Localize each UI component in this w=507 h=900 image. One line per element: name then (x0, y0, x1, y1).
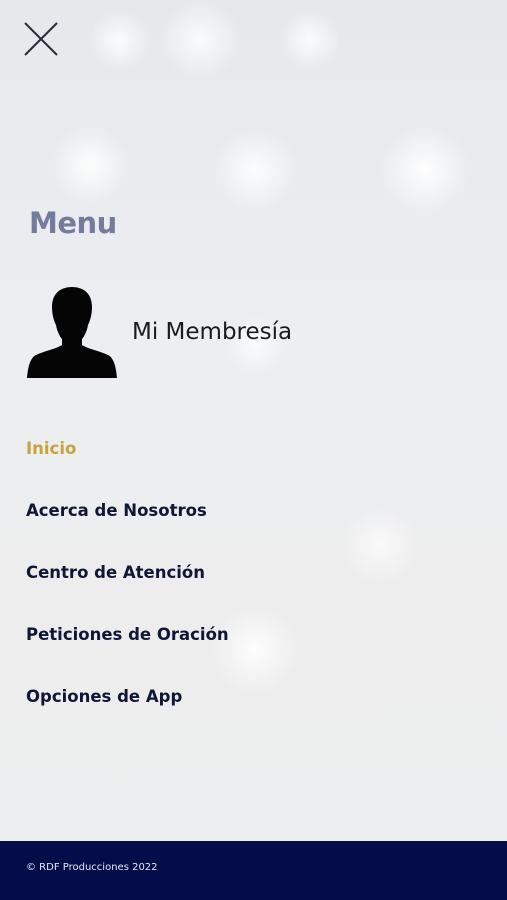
nav-item-acerca-de-nosotros[interactable]: Acerca de Nosotros (26, 492, 229, 554)
menu-title: Menu (29, 206, 117, 240)
nav-item-peticiones-de-oracion[interactable]: Peticiones de Oración (26, 616, 229, 678)
footer: © RDF Producciones 2022 (0, 841, 507, 900)
nav-item-inicio[interactable]: Inicio (26, 430, 229, 492)
membership-link[interactable]: Mi Membresía (26, 284, 326, 380)
footer-copyright: © RDF Producciones 2022 (26, 862, 158, 873)
nav-item-centro-de-atencion[interactable]: Centro de Atención (26, 554, 229, 616)
close-icon (24, 22, 58, 56)
close-button[interactable] (22, 20, 60, 58)
membership-label: Mi Membresía (132, 319, 293, 345)
nav-item-opciones-de-app[interactable]: Opciones de App (26, 678, 229, 740)
nav-menu: Inicio Acerca de Nosotros Centro de Aten… (26, 430, 229, 740)
user-silhouette-icon (27, 287, 117, 378)
